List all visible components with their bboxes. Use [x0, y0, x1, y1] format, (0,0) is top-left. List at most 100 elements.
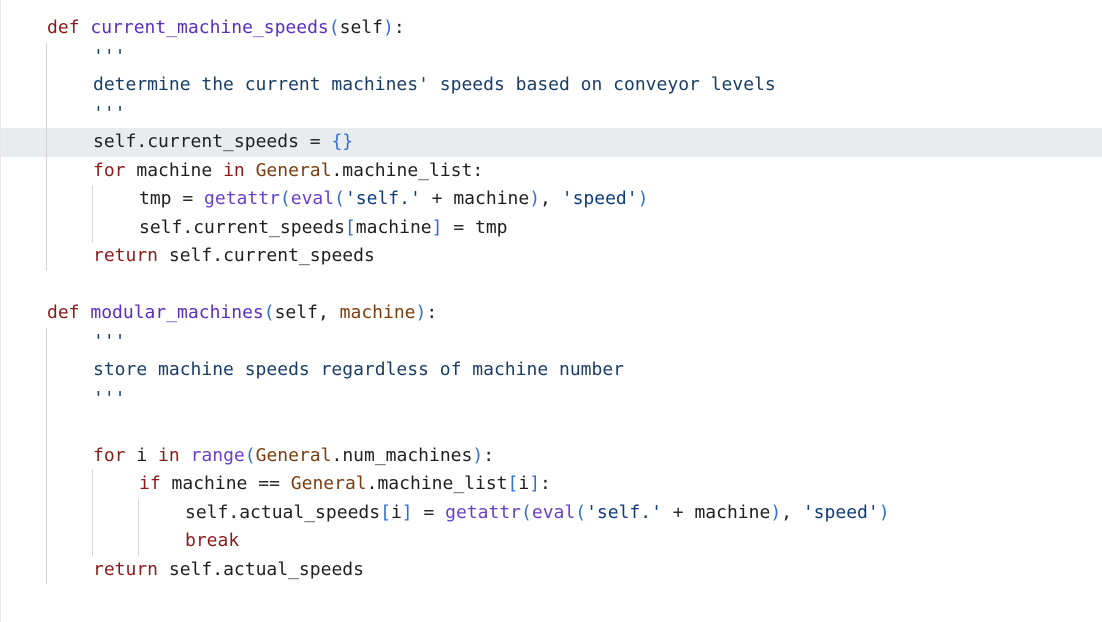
code-token-id: actual_speeds: [223, 558, 364, 580]
code-line[interactable]: tmp = getattr(eval('self.' + machine), '…: [139, 185, 648, 213]
code-line[interactable]: for machine in General.machine_list:: [93, 157, 483, 185]
code-token-kw: def: [47, 302, 80, 323]
code-line[interactable]: return self.actual_speeds: [93, 556, 364, 584]
code-token-br: (: [244, 444, 256, 466]
code-token-p: ,: [540, 188, 562, 209]
code-line[interactable]: ''': [93, 328, 126, 356]
indent-guide: [46, 327, 47, 584]
code-token-p: :: [483, 444, 495, 466]
code-token-p: .: [331, 159, 343, 181]
code-token-p: [299, 131, 310, 152]
code-token-p: :: [393, 17, 405, 38]
code-token-bi: eval: [531, 501, 576, 523]
code-line[interactable]: ''': [93, 385, 126, 413]
code-token-op: =: [453, 216, 465, 238]
code-token-p: [280, 473, 291, 494]
code-token-br: ): [637, 188, 649, 209]
code-token-p: [147, 445, 158, 466]
code-token-p: .: [228, 501, 240, 523]
code-token-str: 'speed': [802, 501, 879, 523]
code-token-kw: break: [185, 530, 240, 551]
code-line[interactable]: store machine speeds regardless of machi…: [93, 356, 624, 384]
code-token-br: [: [344, 216, 356, 238]
code-token-p: [413, 502, 424, 523]
code-token-p: [172, 188, 183, 209]
code-token-id: i: [136, 444, 148, 466]
code-token-p: [247, 473, 258, 494]
code-token-p: [193, 188, 204, 209]
code-token-id: actual_speeds: [239, 501, 381, 523]
code-token-bi: getattr: [445, 501, 522, 523]
code-token-p: [212, 160, 223, 181]
code-token-br: ]: [529, 473, 541, 494]
indent-guide: [138, 498, 139, 556]
code-token-op: +: [431, 188, 443, 209]
code-token-p: [321, 131, 332, 152]
code-token-p: [80, 302, 91, 323]
code-line[interactable]: def modular_machines(self, machine):: [47, 299, 437, 327]
code-token-p: :: [540, 473, 551, 494]
code-token-fn: modular_machines: [90, 302, 264, 323]
code-token-op: =: [423, 501, 435, 523]
code-token-id: machine_list: [342, 159, 473, 181]
code-token-param: machine: [339, 302, 416, 323]
code-line[interactable]: def current_machine_speeds(self):: [47, 14, 405, 42]
code-token-bi: getattr: [204, 188, 280, 209]
code-token-p: [464, 217, 475, 238]
code-token-self: self: [93, 131, 137, 152]
code-token-id: current_speeds: [193, 216, 345, 238]
code-token-id: machine: [694, 501, 771, 523]
code-token-p: ,: [317, 302, 340, 323]
code-token-p: [443, 188, 454, 209]
code-token-cls: General: [255, 159, 332, 181]
code-token-br: [: [507, 473, 519, 494]
code-token-br: ): [529, 188, 541, 209]
code-token-cls: General: [290, 473, 367, 494]
code-line[interactable]: ''': [93, 100, 126, 128]
code-token-p: [662, 502, 673, 523]
code-editor[interactable]: def current_machine_speeds(self): ''' dete…: [0, 0, 1102, 622]
code-token-p: [80, 17, 91, 38]
code-token-br: [: [380, 501, 391, 523]
code-token-p: :: [472, 159, 484, 181]
code-token-br: (: [263, 302, 275, 323]
code-token-doc: ''': [93, 102, 126, 124]
code-token-p: :: [426, 302, 438, 323]
code-line[interactable]: break: [185, 527, 239, 555]
code-line[interactable]: return self.current_speeds: [93, 242, 375, 270]
code-token-p: .: [212, 245, 224, 266]
code-line[interactable]: self.current_speeds[machine] = tmp: [139, 214, 508, 242]
code-token-p: [158, 245, 169, 266]
code-token-br: ]: [431, 216, 443, 238]
code-line[interactable]: self.actual_speeds[i] = getattr(eval('se…: [185, 499, 890, 527]
code-token-p: [421, 188, 432, 209]
code-token-kw: for: [93, 444, 126, 466]
code-token-id: current_speeds: [147, 131, 299, 152]
code-token-p: [126, 445, 137, 466]
code-token-p: [161, 473, 172, 494]
code-token-br: (: [328, 17, 340, 38]
code-token-id: machine: [453, 188, 530, 209]
code-line[interactable]: for i in range(General.num_machines):: [93, 442, 494, 470]
code-token-op: =: [309, 131, 321, 152]
code-line[interactable]: if machine == General.machine_list[i]:: [139, 470, 551, 498]
code-line[interactable]: determine the current machines' speeds b…: [93, 71, 776, 99]
indent-guide: [92, 470, 93, 556]
code-token-cls: General: [255, 444, 332, 466]
code-token-self: self: [274, 302, 318, 323]
code-token-op: ==: [258, 473, 280, 494]
code-token-p: [158, 559, 169, 580]
code-token-br: (: [334, 188, 345, 209]
code-token-bi: range: [190, 444, 245, 466]
code-token-p: ,: [781, 501, 803, 523]
code-token-br: (: [279, 188, 291, 209]
code-token-br: ): [415, 302, 427, 323]
code-token-p: .: [212, 558, 224, 580]
code-token-p: [434, 502, 445, 523]
code-token-str: 'speed': [561, 188, 638, 209]
code-token-br: ): [472, 444, 484, 466]
code-line[interactable]: self.current_speeds = {}: [93, 128, 353, 156]
code-token-kw: in: [158, 444, 180, 466]
code-line[interactable]: ''': [93, 43, 126, 71]
code-token-p: .: [366, 473, 378, 494]
